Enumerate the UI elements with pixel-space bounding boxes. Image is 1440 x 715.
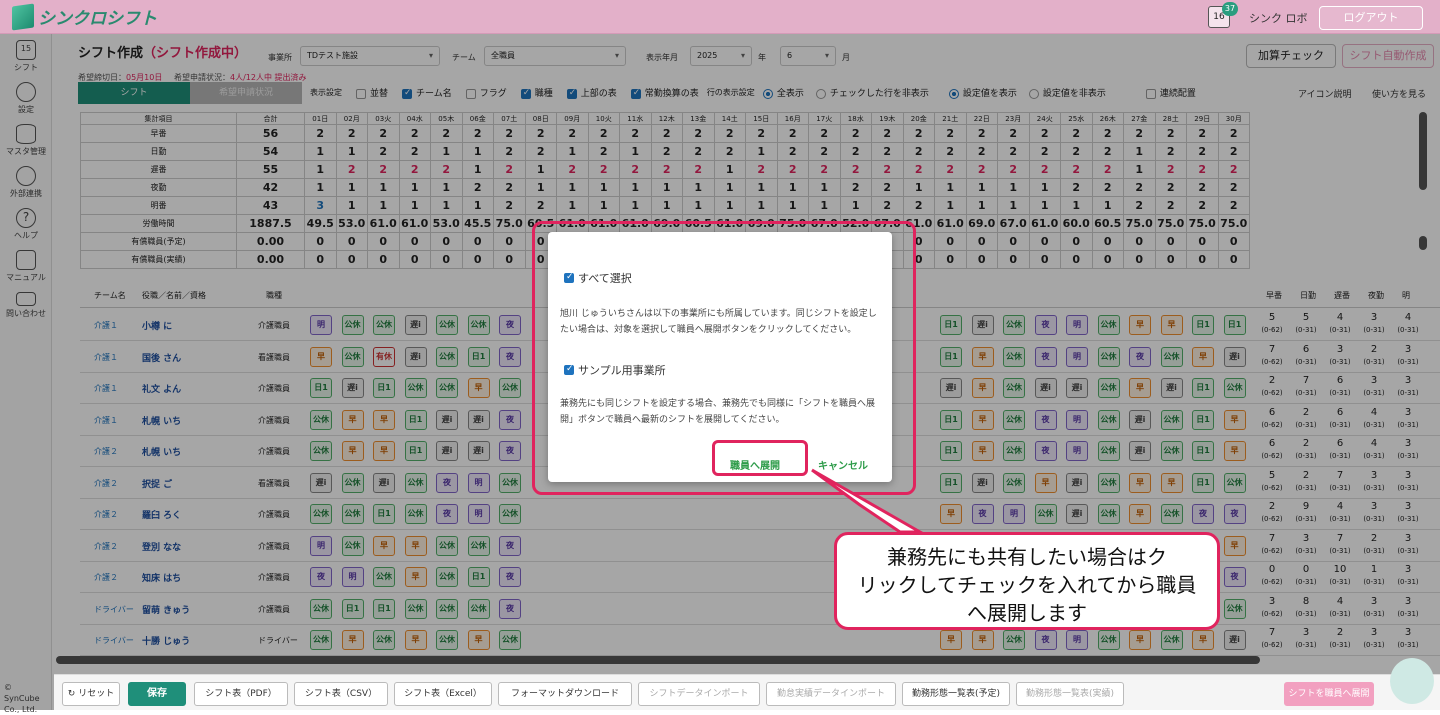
format-download-button[interactable]: フォーマットダウンロード [498, 682, 632, 706]
callout-line: 兼務先にも共有したい場合はク [887, 545, 1167, 569]
chatbot-icon[interactable] [1390, 658, 1434, 704]
callout-line: リックしてチェックを入れてから職員 [857, 573, 1197, 597]
bottom-toolbar: ↻ リセット 保存 シフト表（PDF） シフト表（CSV） シフト表（Excel… [54, 674, 1440, 710]
actual-table-button[interactable]: 勤務形態一覧表(実績) [1016, 682, 1124, 706]
export-excel-button[interactable]: シフト表（Excel） [394, 682, 492, 706]
shift-import-button[interactable]: シフトデータインポート [638, 682, 760, 706]
reset-label: リセット [78, 689, 115, 699]
expand-shift-button[interactable]: シフトを職員へ展開 [1284, 682, 1374, 706]
reset-button[interactable]: ↻ リセット [62, 682, 120, 706]
attendance-import-button[interactable]: 勤怠実績データインポート [766, 682, 896, 706]
callout-pointer [811, 468, 926, 534]
plan-table-button[interactable]: 勤務形態一覧表(予定) [902, 682, 1010, 706]
annotation-callout: 兼務先にも共有したい場合はク リックしてチェックを入れてから職員 へ展開します [834, 532, 1220, 630]
export-pdf-button[interactable]: シフト表（PDF） [194, 682, 288, 706]
callout-line: へ展開します [967, 601, 1087, 625]
save-button[interactable]: 保存 [128, 682, 186, 706]
export-csv-button[interactable]: シフト表（CSV） [294, 682, 388, 706]
